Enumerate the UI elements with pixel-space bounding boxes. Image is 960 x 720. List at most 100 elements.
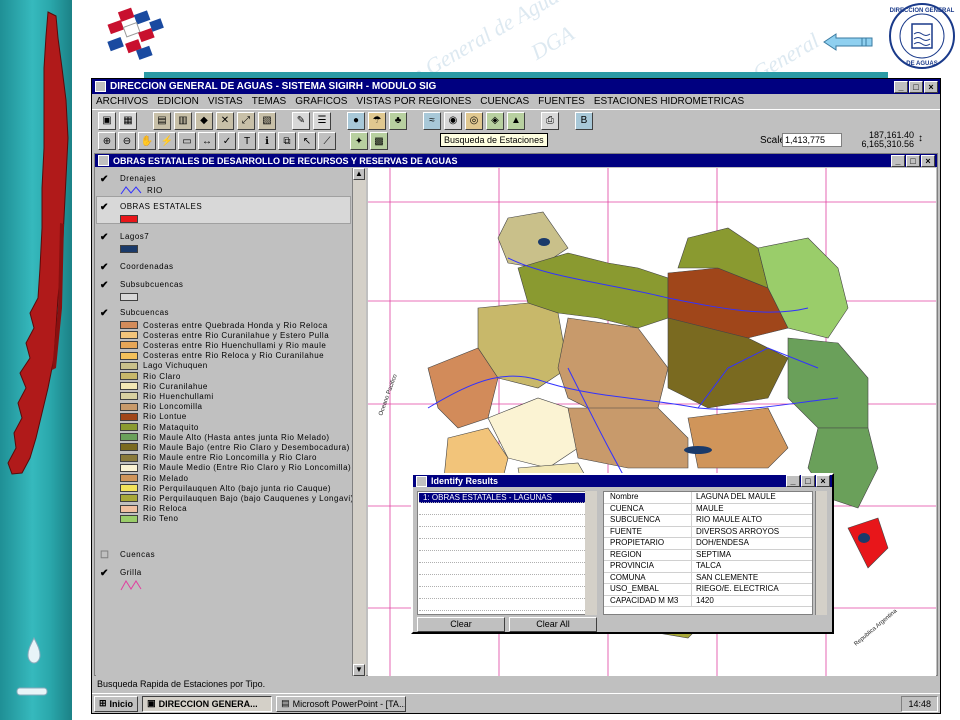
legend-drenajes-title: Drenajes bbox=[120, 174, 157, 183]
legend-scrollbar[interactable]: ▲ ▼ bbox=[352, 168, 366, 676]
legend-cuencas-title: Cuencas bbox=[120, 550, 156, 559]
checkbox-subsubcuencas[interactable]: ✔ bbox=[100, 280, 109, 291]
app-title: DIRECCION GENERAL DE AGUAS - SISTEMA SIG… bbox=[110, 81, 437, 92]
bnr-icon[interactable]: B bbox=[575, 111, 593, 130]
checkbox-lagos[interactable]: ✔ bbox=[100, 232, 109, 243]
legend-coordenadas[interactable]: ✔ Coordenadas bbox=[98, 262, 350, 274]
vegetation-icon[interactable]: ♣ bbox=[389, 111, 407, 130]
menu-temas[interactable]: TEMAS bbox=[252, 96, 286, 107]
attribute-row: Nombre LAGUNA DEL MAULE bbox=[604, 492, 812, 504]
start-button[interactable]: ⊞ Inicio bbox=[94, 695, 139, 712]
rain-icon[interactable]: ☂ bbox=[368, 111, 386, 130]
decorative-bar-icon bbox=[16, 687, 48, 696]
checkbox-grilla[interactable]: ✔ bbox=[100, 568, 109, 579]
subcuenca-label: Rio Lontue bbox=[143, 412, 187, 422]
edit-table-icon[interactable]: ▥ bbox=[174, 111, 192, 130]
legend-cuencas[interactable]: ☐ Cuencas bbox=[98, 550, 350, 562]
menu-cuencas[interactable]: CUENCAS bbox=[480, 96, 529, 107]
subcuenca-label: Rio Perquilauquen Alto (bajo junta rio C… bbox=[143, 483, 331, 493]
legend-subcuenca-item: Rio Reloca bbox=[120, 504, 187, 514]
menu-vistas[interactable]: VISTAS bbox=[208, 96, 243, 107]
text-tool-icon[interactable]: T bbox=[238, 132, 256, 150]
station-map-search-icon[interactable]: ▩ bbox=[370, 132, 388, 150]
identify-list-scrollbar[interactable] bbox=[585, 491, 597, 615]
legend-grilla[interactable]: ✔ Grilla bbox=[98, 568, 350, 594]
subcuenca-label: Rio Melado bbox=[143, 473, 189, 483]
select-box-icon[interactable]: ▭ bbox=[178, 132, 196, 150]
doc-close-button[interactable]: × bbox=[921, 154, 935, 167]
find-icon[interactable]: ⧉ bbox=[278, 132, 296, 150]
subcuenca-swatch bbox=[120, 433, 138, 442]
measure-icon[interactable]: ↔ bbox=[198, 132, 216, 150]
legend-subcuenca-item: Costeras entre Rio Reloca y Rio Curanila… bbox=[120, 351, 324, 361]
scale-input[interactable]: 1,413,775 bbox=[782, 133, 842, 147]
taskbar-app-powerpoint[interactable]: ▤ Microsoft PowerPoint - [TA... bbox=[276, 695, 407, 712]
clear-button[interactable]: Clear bbox=[417, 617, 505, 632]
checkbox-coordenadas[interactable]: ✔ bbox=[100, 262, 109, 273]
identify-minimize-button[interactable]: _ bbox=[786, 475, 800, 487]
eye-icon[interactable]: ◎ bbox=[465, 111, 483, 130]
doc-minimize-button[interactable]: _ bbox=[891, 154, 905, 167]
legend-subcuenca-item: Costeras entre Quebrada Honda y Rio Relo… bbox=[120, 320, 328, 330]
identify-icon[interactable]: ℹ bbox=[258, 132, 276, 150]
station-search-icon[interactable]: ✦ bbox=[350, 132, 368, 150]
save-icon[interactable]: ▣ bbox=[98, 111, 116, 130]
pencil-icon[interactable]: ✎ bbox=[292, 111, 310, 130]
attribute-key: REGION bbox=[604, 549, 692, 560]
tools-icon[interactable]: ✕ bbox=[216, 111, 234, 130]
legend-subsubcuencas[interactable]: ✔ Subsubcuencas bbox=[98, 280, 350, 302]
identify-feature-list[interactable]: 1: OBRAS ESTATALES - LAGUNAS bbox=[417, 491, 597, 615]
back-arrow-icon[interactable] bbox=[822, 32, 874, 52]
menu-graficos[interactable]: GRAFICOS bbox=[295, 96, 347, 107]
maximize-button[interactable]: □ bbox=[909, 80, 923, 93]
terrain-icon[interactable]: ▲ bbox=[507, 111, 525, 130]
identify-maximize-button[interactable]: □ bbox=[801, 475, 815, 487]
legend-lagos[interactable]: ✔ Lagos7 bbox=[98, 232, 350, 254]
tag-icon[interactable]: ◆ bbox=[195, 111, 213, 130]
gauge-icon[interactable]: ◉ bbox=[444, 111, 462, 130]
checkbox-subcuencas[interactable]: ✔ bbox=[100, 308, 109, 319]
draw-line-icon[interactable]: ⟋ bbox=[318, 132, 336, 150]
close-button[interactable]: × bbox=[924, 80, 938, 93]
grid-icon[interactable]: ▦ bbox=[119, 111, 137, 130]
print-icon[interactable]: ⎙ bbox=[541, 111, 559, 130]
identify-title: Identify Results bbox=[431, 476, 499, 486]
minimize-button[interactable]: _ bbox=[894, 80, 908, 93]
legend-obras-estatales[interactable]: ✔ OBRAS ESTATALES bbox=[98, 202, 350, 224]
legend-panel: ✔ Drenajes RIO ✔ OBRAS ESTATALES ✔ Lagos… bbox=[96, 168, 353, 676]
table-icon[interactable]: ▤ bbox=[153, 111, 171, 130]
zoom-out-icon[interactable]: ⊖ bbox=[118, 132, 136, 150]
zoom-extent-icon[interactable]: ⤢ bbox=[237, 111, 255, 130]
scroll-down-icon[interactable]: ▼ bbox=[353, 664, 365, 676]
river-icon[interactable]: ≈ bbox=[423, 111, 441, 130]
menu-fuentes[interactable]: FUENTES bbox=[538, 96, 585, 107]
identify-table-scrollbar[interactable] bbox=[815, 491, 827, 615]
taskbar-app-sigirh[interactable]: ▣ DIRECCION GENERA... bbox=[142, 695, 273, 712]
identify-feature-item[interactable]: 1: OBRAS ESTATALES - LAGUNAS bbox=[419, 493, 589, 503]
menu-archivos[interactable]: ARCHIVOS bbox=[96, 96, 148, 107]
checkbox-obras[interactable]: ✔ bbox=[100, 202, 109, 213]
pan-hand-icon[interactable]: ✋ bbox=[138, 132, 156, 150]
legend-subcuenca-item: Rio Claro bbox=[120, 371, 181, 381]
station-map-icon[interactable]: ● bbox=[347, 111, 365, 130]
clear-all-button[interactable]: Clear All bbox=[509, 617, 597, 632]
menu-edicion[interactable]: EDICION bbox=[157, 96, 199, 107]
legend-subcuencas[interactable]: ✔ Subcuencas Costeras entre Quebrada Hon… bbox=[98, 308, 352, 538]
menu-vistas-por-regiones[interactable]: VISTAS POR REGIONES bbox=[356, 96, 471, 107]
checkbox-drenajes[interactable]: ✔ bbox=[100, 174, 109, 185]
menu-estaciones-hidrometricas[interactable]: ESTACIONES HIDROMETRICAS bbox=[594, 96, 744, 107]
legend-drenajes[interactable]: ✔ Drenajes RIO bbox=[98, 174, 350, 198]
swatch-subsubcuencas bbox=[120, 293, 138, 301]
attribute-key: COMUNA bbox=[604, 572, 692, 583]
layers-icon[interactable]: ▧ bbox=[258, 111, 276, 130]
identify-close-button[interactable]: × bbox=[816, 475, 830, 487]
edit-vertex-icon[interactable]: ✓ bbox=[218, 132, 236, 150]
zoom-in-icon[interactable]: ⊕ bbox=[98, 132, 116, 150]
basin-icon[interactable]: ◈ bbox=[486, 111, 504, 130]
pointer-icon[interactable]: ↖ bbox=[298, 132, 316, 150]
checkbox-cuencas-unchecked[interactable]: ☐ bbox=[100, 550, 109, 561]
scroll-up-icon[interactable]: ▲ bbox=[353, 168, 365, 180]
hotlink-icon[interactable]: ⚡ bbox=[158, 132, 176, 150]
doc-maximize-button[interactable]: □ bbox=[906, 154, 920, 167]
legend-icon[interactable]: ☰ bbox=[313, 111, 331, 130]
